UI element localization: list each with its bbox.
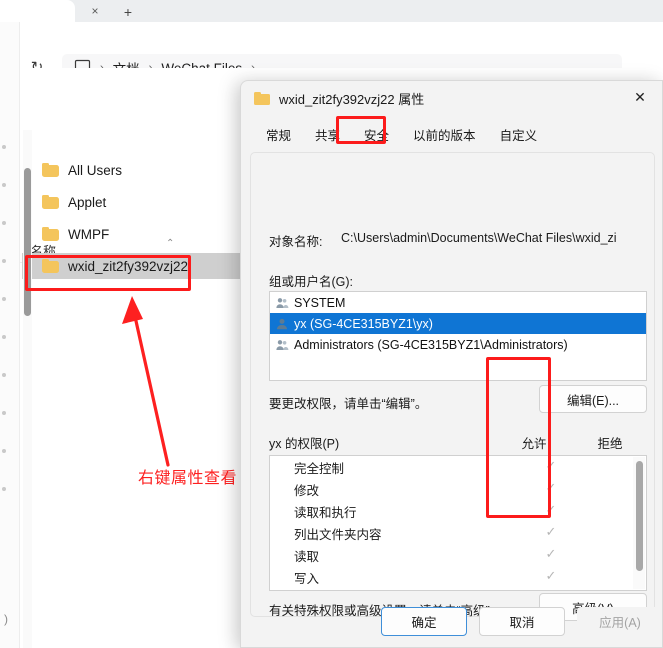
permission-row[interactable]: 读取和执行 ✓ (270, 500, 646, 522)
close-tab-icon[interactable]: × (86, 3, 104, 19)
folder-icon (42, 227, 59, 241)
file-name: Applet (68, 194, 107, 210)
screen: × + ↻ › 文档 › WeChat Files › (0, 0, 663, 648)
folder-icon (254, 92, 270, 105)
cancel-button[interactable]: 取消 (479, 607, 565, 636)
permission-name: 列出文件夹内容 (294, 528, 382, 542)
edit-permissions-hint: 要更改权限，请单击“编辑”。 (269, 397, 428, 411)
permission-row[interactable]: 完全控制 ✓ (270, 456, 646, 478)
group-name: SYSTEM (294, 295, 346, 310)
permission-row[interactable]: 读取 ✓ (270, 544, 646, 566)
edit-button[interactable]: 编辑(E)... (539, 385, 647, 413)
security-tab-panel: 对象名称: C:\Users\admin\Documents\WeChat Fi… (250, 152, 655, 621)
properties-dialog: wxid_zit2fy392vzj22 属性 ✕ 常规 共享 安全 以前的版本 … (240, 80, 663, 648)
dialog-title-bar[interactable]: wxid_zit2fy392vzj22 属性 ✕ (241, 81, 662, 116)
file-name: All Users (68, 162, 123, 178)
groups-label: 组或用户名(G): (269, 275, 354, 289)
dialog-title: wxid_zit2fy392vzj22 属性 (279, 92, 425, 107)
tab-strip: × + (0, 0, 663, 22)
object-name-value: C:\Users\admin\Documents\WeChat Files\wx… (341, 231, 617, 245)
folder-icon (42, 163, 59, 177)
list-item[interactable]: WMPF (22, 221, 234, 247)
ok-button[interactable]: 确定 (381, 607, 467, 636)
new-tab-icon[interactable]: + (114, 2, 142, 22)
permissions-label: yx 的权限(P) (269, 437, 340, 451)
left-edge-divider (19, 22, 20, 648)
allow-checkmark-icon[interactable]: ✓ (518, 546, 584, 562)
permissions-scrollbar-thumb[interactable] (636, 461, 643, 571)
annotation-note: 右键属性查看 (138, 470, 238, 487)
permission-name: 完全控制 (294, 462, 345, 476)
explorer-tab[interactable] (0, 0, 75, 22)
object-name-label: 对象名称: (269, 235, 323, 249)
file-name: WMPF (68, 226, 110, 242)
permission-name: 写入 (294, 572, 320, 586)
navigation-bar: ↻ › 文档 › WeChat Files › (0, 22, 663, 82)
edge-artifact: ) (4, 612, 8, 626)
user-icon (275, 317, 289, 331)
column-header-deny: 拒绝 (597, 437, 623, 451)
group-name: yx (SG-4CE315BYZ1\yx) (294, 316, 433, 331)
annotation-box-security-tab (336, 116, 386, 144)
group-name: Administrators (SG-4CE315BYZ1\Administra… (294, 337, 568, 352)
list-item[interactable]: Applet (22, 189, 234, 215)
annotation-box-folder (25, 255, 191, 291)
tab-previous-versions[interactable]: 以前的版本 (401, 120, 488, 150)
permission-row[interactable]: 写入 ✓ (270, 566, 646, 588)
vertical-scrollbar-thumb[interactable] (24, 168, 31, 316)
folder-icon (42, 195, 59, 209)
groups-listbox[interactable]: SYSTEM yx (SG-4CE315BYZ1\yx) Administrat… (269, 291, 647, 381)
allow-checkmark-icon[interactable]: ✓ (518, 568, 584, 584)
permission-row[interactable]: 列出文件夹内容 ✓ (270, 522, 646, 544)
navigation-pane-markers (2, 145, 12, 525)
permission-name: 修改 (294, 484, 320, 498)
dialog-tabs: 常规 共享 安全 以前的版本 自定义 (254, 120, 550, 150)
permission-name: 读取 (294, 550, 320, 564)
permissions-listbox[interactable]: 完全控制 ✓ 修改 ✓ 读取和执行 ✓ 列出文件夹内容 ✓ 读取 ✓ 写入 ✓ (269, 455, 647, 591)
group-list-item[interactable]: SYSTEM (270, 292, 646, 313)
group-list-item-selected[interactable]: yx (SG-4CE315BYZ1\yx) (270, 313, 646, 334)
apply-button: 应用(A) (577, 607, 662, 636)
dialog-footer: 确定 取消 应用(A) (241, 593, 662, 647)
annotation-arrow (122, 296, 170, 467)
annotation-box-allow-column (486, 357, 551, 518)
group-icon (275, 296, 289, 310)
list-item[interactable]: All Users (22, 157, 234, 183)
group-list-item[interactable]: Administrators (SG-4CE315BYZ1\Administra… (270, 334, 646, 355)
tab-customize[interactable]: 自定义 (488, 120, 550, 150)
permission-row[interactable]: 修改 ✓ (270, 478, 646, 500)
permission-name: 读取和执行 (294, 506, 357, 520)
close-icon[interactable]: ✕ (618, 81, 662, 114)
group-icon (275, 338, 289, 352)
tab-general[interactable]: 常规 (254, 120, 303, 150)
allow-checkmark-icon[interactable]: ✓ (518, 524, 584, 540)
